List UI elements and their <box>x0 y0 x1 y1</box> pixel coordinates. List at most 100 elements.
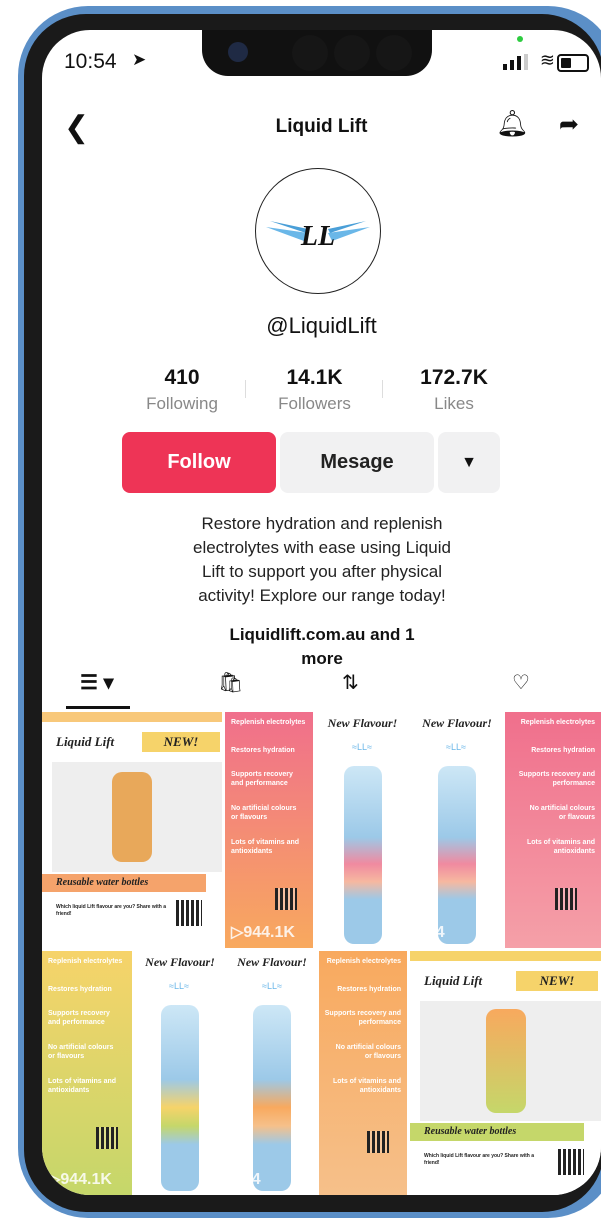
video-tile[interactable]: New Flavour! ≈LL≈ <box>316 712 409 948</box>
camera-icon <box>228 42 248 62</box>
bio-line: Restore hydration and replenish <box>201 514 443 533</box>
video-tile[interactable]: Replenish electrolytes Restores hydratio… <box>225 712 313 948</box>
tile-footer: Which liquid Lift flavour are you? Share… <box>56 904 167 917</box>
bio: Restore hydration and replenish electrol… <box>152 512 492 608</box>
tile-text: Replenish electrolytes <box>326 958 401 965</box>
divider <box>245 380 246 398</box>
status-time: 10:54 <box>64 50 117 73</box>
logo-wings-icon: ≈LL≈ <box>169 981 189 991</box>
tile-text: Supports recovery and performance <box>231 771 293 787</box>
tile-text: Replenish electrolytes <box>48 958 123 965</box>
tile-text: Restores hydration <box>48 986 112 993</box>
water-bottle-image <box>253 1005 291 1191</box>
tab-liked-heart-icon[interactable]: ♡ <box>512 670 530 695</box>
tile-text: Lots of vitamins and antioxidants <box>332 1078 401 1094</box>
tile-text: No artificial colours or flavours <box>529 805 595 821</box>
view-count: 944 <box>234 1171 261 1188</box>
share-icon[interactable]: ➦ <box>559 110 579 139</box>
follow-button[interactable]: Follow <box>122 432 276 493</box>
tile-text: Restores hydration <box>531 747 595 754</box>
water-bottle-image <box>161 1005 199 1191</box>
tile-text: Supports recovery and performance <box>518 771 595 787</box>
battery-icon <box>557 54 589 72</box>
water-bottle-image <box>438 766 476 944</box>
logo-text: LL <box>300 221 335 252</box>
water-bottle-image <box>486 1009 526 1113</box>
signal-icon <box>503 54 528 70</box>
water-bottle-image <box>344 766 382 944</box>
qr-code-icon <box>176 900 202 926</box>
new-badge: NEW! <box>516 971 598 991</box>
stat-value: 172.7K <box>420 366 488 389</box>
qr-code-icon <box>367 1131 389 1153</box>
bio-line: Lift to support you after physical <box>201 562 443 581</box>
video-tile[interactable]: New Flavour! ≈LL≈ 944 <box>228 951 316 1195</box>
logo-wings-icon: ≈LL≈ <box>352 742 372 752</box>
dropdown-button[interactable]: ▼ <box>438 432 500 493</box>
profile-link[interactable]: Liquidlift.com.au and 1 more <box>192 623 452 671</box>
video-grid: Liquid Lift NEW! Reusable water bottles … <box>42 712 601 1195</box>
link-line: more <box>301 649 343 668</box>
notch <box>202 30 432 76</box>
tile-text: Lots of vitamins and antioxidants <box>48 1078 117 1094</box>
sensor-icon <box>292 35 328 71</box>
tile-text: No artificial colours or flavours <box>231 805 297 821</box>
divider <box>382 380 383 398</box>
bell-icon[interactable]: 🔔︎ <box>496 108 529 139</box>
stat-likes[interactable]: 172.7K Likes <box>399 366 509 414</box>
content-tabs: ☰ ▾ 🛍︎ ⇅ ♡ <box>42 670 601 709</box>
logo-wings-icon: ≈LL≈ <box>446 742 466 752</box>
qr-code-icon <box>96 1127 118 1149</box>
brand-name: Liquid Lift <box>424 973 483 988</box>
view-count: 944 <box>418 924 445 941</box>
tile-text: Restores hydration <box>231 747 295 754</box>
tile-text: No artificial colours or flavours <box>48 1044 114 1060</box>
username: @LiquidLift <box>266 313 377 338</box>
video-tile[interactable]: Replenish electrolytes Restores hydratio… <box>319 951 407 1195</box>
video-tile[interactable]: Liquid Lift NEW! Reusable water bottles … <box>42 712 222 948</box>
link-line: Liquidlift.com.au and 1 <box>229 625 415 644</box>
bio-line: activity! Explore our range today! <box>198 586 446 605</box>
logo-wings-icon: ≈LL≈ <box>262 981 282 991</box>
mic-indicator-icon <box>517 36 523 42</box>
water-bottle-image <box>112 772 152 862</box>
wifi-icon: ≋ <box>539 50 555 70</box>
message-button[interactable]: Mesage <box>280 432 434 493</box>
new-badge: NEW! <box>142 732 220 752</box>
video-tile[interactable]: Replenish electrolytes Restores hydratio… <box>505 712 601 948</box>
tile-text: Supports recovery and performance <box>48 1010 110 1026</box>
tab-shop-bag-icon[interactable]: 🛍︎ <box>218 670 243 695</box>
active-tab-indicator <box>66 706 130 709</box>
video-tile[interactable]: New Flavour! ≈LL≈ <box>135 951 225 1195</box>
tile-text: Lots of vitamins and antioxidants <box>526 839 595 855</box>
video-tile[interactable]: New Flavour! ≈LL≈ 944 <box>412 712 502 948</box>
video-tile[interactable]: Replenish electrolytes Restores hydratio… <box>42 951 132 1195</box>
screen: 10:54 ➤ ≋ ❮ Liquid Lift 🔔︎ ➦ LL @LiquidL… <box>42 30 601 1195</box>
tile-text: Replenish electrolytes <box>520 719 595 726</box>
stat-following[interactable]: 410 Following <box>137 366 227 414</box>
stat-label: Following <box>146 394 218 413</box>
bio-line: electrolytes with ease using Liquid <box>193 538 451 557</box>
top-nav: ❮ Liquid Lift 🔔︎ ➦ <box>42 106 601 150</box>
tile-text: No artificial colours or flavours <box>335 1044 401 1060</box>
avatar[interactable]: LL <box>255 168 381 294</box>
qr-code-icon <box>555 888 577 910</box>
tile-footer: Which liquid Lift flavour are you? Share… <box>424 1153 535 1166</box>
brand-name: Liquid Lift <box>56 734 115 749</box>
tile-caption: Reusable water bottles <box>42 874 206 892</box>
video-tile[interactable]: Liquid Lift NEW! Reusable water bottles … <box>410 951 601 1195</box>
stat-value: 14.1K <box>286 366 343 389</box>
logo-wings-icon: LL <box>266 221 370 252</box>
tile-text: Lots of vitamins and antioxidants <box>231 839 300 855</box>
caret-down-icon: ▼ <box>461 454 477 471</box>
tile-heading: New Flavour! <box>145 955 215 969</box>
stat-label: Followers <box>278 394 351 413</box>
view-count: ▷944.1K <box>231 924 295 941</box>
sensor-icon <box>376 35 412 71</box>
tile-heading: New Flavour! <box>237 955 307 969</box>
tab-videos-grid-icon[interactable]: ☰ ▾ <box>80 670 114 695</box>
stat-value: 410 <box>164 366 200 389</box>
location-arrow-icon: ➤ <box>132 50 147 69</box>
tab-reposts-icon[interactable]: ⇅ <box>342 670 359 695</box>
stat-followers[interactable]: 14.1K Followers <box>262 366 367 414</box>
